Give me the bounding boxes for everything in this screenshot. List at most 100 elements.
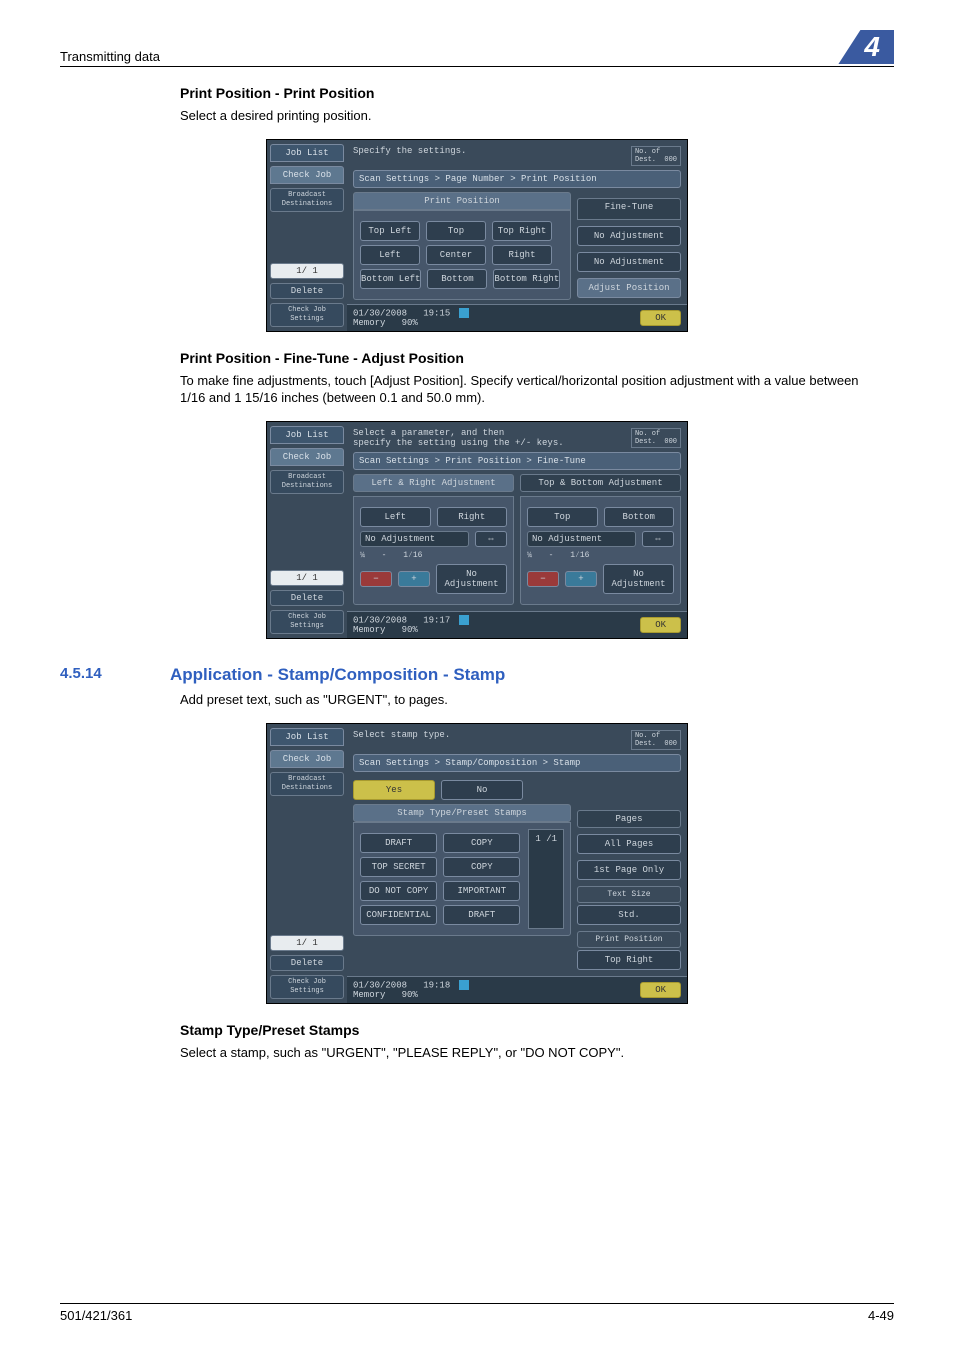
- tb-no-adjustment-button[interactable]: No Adjustment: [603, 564, 674, 594]
- lr-value-readout: ¼ - 1⁄16: [360, 551, 507, 560]
- delete-button[interactable]: Delete: [270, 590, 344, 606]
- stamp-copy-2[interactable]: COPY: [443, 857, 520, 877]
- pos-bottom-right[interactable]: Bottom Right: [493, 269, 560, 289]
- header-section-title: Transmitting data: [60, 49, 160, 64]
- breadcrumb: Scan Settings > Print Position > Fine-Tu…: [353, 452, 681, 470]
- tab-job-list[interactable]: Job List: [270, 728, 344, 746]
- pos-bottom[interactable]: Bottom: [427, 269, 487, 289]
- pos-bottom-left[interactable]: Bottom Left: [360, 269, 421, 289]
- shift-left-button[interactable]: Left: [360, 507, 431, 527]
- page-footer: 501/421/361 4-49: [60, 1303, 894, 1323]
- heading-print-position: Print Position - Print Position: [180, 85, 874, 101]
- tab-job-list[interactable]: Job List: [270, 144, 344, 162]
- section-title: Application - Stamp/Composition - Stamp: [170, 665, 505, 685]
- yes-button[interactable]: Yes: [353, 780, 435, 800]
- pos-top[interactable]: Top: [426, 221, 486, 241]
- tb-value-display: No Adjustment: [527, 531, 636, 547]
- print-position-value[interactable]: Top Right: [577, 950, 681, 970]
- tb-value-readout: ¼ - 1⁄16: [527, 551, 674, 560]
- status-time: 19:17: [423, 615, 450, 625]
- stamp-draft[interactable]: DRAFT: [360, 833, 437, 853]
- adjust-position-button[interactable]: Adjust Position: [577, 278, 681, 298]
- pos-left[interactable]: Left: [360, 245, 420, 265]
- footer-model: 501/421/361: [60, 1308, 132, 1323]
- ok-button[interactable]: OK: [640, 982, 681, 998]
- lr-no-adjustment-button[interactable]: No Adjustment: [436, 564, 507, 594]
- memory-icon: [459, 615, 469, 625]
- print-position-header: Print Position: [577, 931, 681, 948]
- stamp-confidential[interactable]: CONFIDENTIAL: [360, 905, 437, 925]
- breadcrumb: Scan Settings > Page Number > Print Posi…: [353, 170, 681, 188]
- delete-button[interactable]: Delete: [270, 283, 344, 299]
- pos-right[interactable]: Right: [492, 245, 552, 265]
- shift-right-button[interactable]: Right: [437, 507, 508, 527]
- pos-top-right[interactable]: Top Right: [492, 221, 552, 241]
- ok-button[interactable]: OK: [640, 617, 681, 633]
- shift-top-button[interactable]: Top: [527, 507, 598, 527]
- ok-button[interactable]: OK: [640, 310, 681, 326]
- breadcrumb: Scan Settings > Stamp/Composition > Stam…: [353, 754, 681, 772]
- stamp-page-count: 1 /1: [528, 829, 564, 929]
- fine-tune-no-adjustment-2[interactable]: No Adjustment: [577, 252, 681, 272]
- status-bar: 01/30/2008 19:17 Memory 90% OK: [347, 611, 687, 638]
- pages-all[interactable]: All Pages: [577, 834, 681, 854]
- stamp-top-secret[interactable]: TOP SECRET: [360, 857, 437, 877]
- delete-button[interactable]: Delete: [270, 955, 344, 971]
- instruction-text: Select a parameter, and then specify the…: [353, 428, 564, 448]
- device-screenshot-fine-tune: Job List Check Job Broadcast Destination…: [266, 421, 688, 639]
- check-job-settings-button[interactable]: Check Job Settings: [270, 610, 344, 634]
- check-job-settings-button[interactable]: Check Job Settings: [270, 975, 344, 999]
- lr-swap-icon[interactable]: ⇔: [475, 531, 507, 547]
- check-job-settings-button[interactable]: Check Job Settings: [270, 303, 344, 327]
- broadcast-destinations-button[interactable]: Broadcast Destinations: [270, 772, 344, 796]
- status-memory-pct: 90%: [402, 318, 418, 328]
- status-date: 01/30/2008: [353, 308, 407, 318]
- memory-icon: [459, 308, 469, 318]
- status-time: 19:15: [423, 308, 450, 318]
- tab-print-position[interactable]: Print Position: [353, 192, 571, 210]
- text-size-value[interactable]: Std.: [577, 905, 681, 925]
- stamp-copy[interactable]: COPY: [443, 833, 520, 853]
- tab-check-job[interactable]: Check Job: [270, 166, 344, 184]
- footer-page-number: 4-49: [868, 1308, 894, 1323]
- no-button[interactable]: No: [441, 780, 523, 800]
- tab-top-bottom-adjustment[interactable]: Top & Bottom Adjustment: [520, 474, 681, 492]
- heading-fine-tune: Print Position - Fine-Tune - Adjust Posi…: [180, 350, 874, 366]
- lr-minus-button[interactable]: −: [360, 571, 392, 587]
- tb-swap-icon[interactable]: ⇔: [642, 531, 674, 547]
- stamp-important[interactable]: IMPORTANT: [443, 881, 520, 901]
- section-number: 4.5.14: [60, 665, 170, 682]
- status-memory-pct: 90%: [402, 625, 418, 635]
- page-indicator: 1/ 1: [270, 263, 344, 279]
- tab-stamp-type[interactable]: Stamp Type/Preset Stamps: [353, 804, 571, 822]
- status-time: 19:18: [423, 980, 450, 990]
- page-indicator: 1/ 1: [270, 570, 344, 586]
- paragraph: Select a stamp, such as "URGENT", "PLEAS…: [180, 1044, 874, 1062]
- page-header: Transmitting data 4: [60, 30, 894, 67]
- tab-fine-tune[interactable]: Fine-Tune: [577, 198, 681, 220]
- destination-count: No. of Dest. 000: [631, 428, 681, 448]
- text-size-header: Text Size: [577, 886, 681, 903]
- tab-check-job[interactable]: Check Job: [270, 750, 344, 768]
- lr-plus-button[interactable]: +: [398, 571, 430, 587]
- status-memory-label: Memory: [353, 990, 385, 1000]
- device-screenshot-stamp: Job List Check Job Broadcast Destination…: [266, 723, 688, 1004]
- tab-job-list[interactable]: Job List: [270, 426, 344, 444]
- tab-left-right-adjustment[interactable]: Left & Right Adjustment: [353, 474, 514, 492]
- status-memory-label: Memory: [353, 318, 385, 328]
- pages-first-only[interactable]: 1st Page Only: [577, 860, 681, 880]
- pos-center[interactable]: Center: [426, 245, 486, 265]
- fine-tune-no-adjustment-1[interactable]: No Adjustment: [577, 226, 681, 246]
- tb-plus-button[interactable]: +: [565, 571, 597, 587]
- heading-stamp-type: Stamp Type/Preset Stamps: [180, 1022, 874, 1038]
- broadcast-destinations-button[interactable]: Broadcast Destinations: [270, 188, 344, 212]
- tab-check-job[interactable]: Check Job: [270, 448, 344, 466]
- destination-count: No. of Dest. 000: [631, 146, 681, 166]
- stamp-do-not-copy[interactable]: DO NOT COPY: [360, 881, 437, 901]
- pos-top-left[interactable]: Top Left: [360, 221, 420, 241]
- broadcast-destinations-button[interactable]: Broadcast Destinations: [270, 470, 344, 494]
- tb-minus-button[interactable]: −: [527, 571, 559, 587]
- status-memory-label: Memory: [353, 625, 385, 635]
- shift-bottom-button[interactable]: Bottom: [604, 507, 675, 527]
- stamp-draft-2[interactable]: DRAFT: [443, 905, 520, 925]
